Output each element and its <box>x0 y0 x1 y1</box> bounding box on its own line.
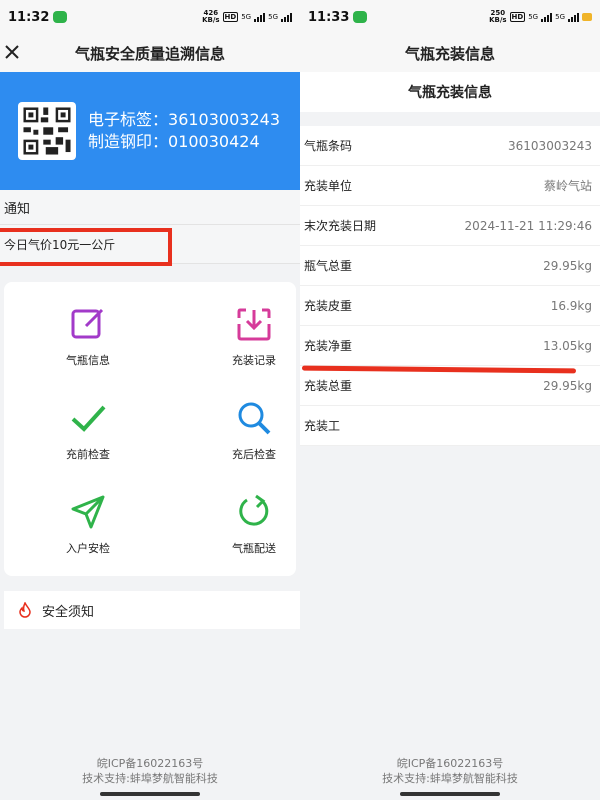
status-time: 11:33 <box>308 9 368 25</box>
list-item: 气瓶条码 36103003243 <box>300 126 600 166</box>
edit-icon <box>71 308 104 339</box>
signal-icon <box>541 12 553 22</box>
row-label: 充装单位 <box>304 179 353 193</box>
status-indicators: 426 KB/s HD 5G 5G <box>202 10 292 24</box>
annotation-red-box <box>0 228 172 266</box>
speed-unit: KB/s <box>489 16 507 24</box>
notice-title: 通知 <box>0 190 300 224</box>
signal-icon-2 <box>281 12 292 22</box>
list-item: 末次充装日期 2024-11-21 11:29:46 <box>300 206 600 246</box>
wechat-notification-icon <box>353 11 368 23</box>
menu-item-pre-fill-check[interactable]: 充前检查 <box>28 398 148 462</box>
close-icon[interactable] <box>2 42 22 62</box>
list-item: 充装工 <box>300 406 600 446</box>
footer-support: 技术支持:蚌埠梦航智能科技 <box>382 772 518 785</box>
row-label: 气瓶条码 <box>304 139 353 153</box>
steel-stamp-line: 制造钢印：010030424 <box>88 131 280 153</box>
network-type: 5G <box>528 13 539 21</box>
check-icon <box>71 405 106 432</box>
electronic-tag-label: 电子标签： <box>88 110 169 129</box>
home-indicator[interactable] <box>100 792 200 796</box>
menu-item-cylinder-info[interactable]: 气瓶信息 <box>28 304 148 368</box>
network-type: 5G <box>241 13 252 21</box>
hd-icon: HD <box>509 12 526 22</box>
network-speed: 250 KB/s <box>489 10 506 24</box>
status-time-text: 11:33 <box>308 9 350 25</box>
list-item: 充装皮重 16.9kg <box>300 286 600 326</box>
hd-icon: HD <box>222 12 239 22</box>
network-type-2: 5G <box>268 13 278 21</box>
tag-banner: 电子标签：36103003243 制造钢印：010030424 <box>0 72 300 190</box>
steel-stamp-value: 010030424 <box>168 132 260 151</box>
footer: 皖ICP备16022163号 技术支持:蚌埠梦航智能科技 <box>300 756 600 786</box>
search-icon <box>238 402 271 435</box>
menu-item-post-fill-check[interactable]: 充后检查 <box>194 398 300 462</box>
row-value: 36103003243 <box>508 138 592 153</box>
speed-unit: KB/s <box>202 16 220 24</box>
menu-item-fill-record[interactable]: 充装记录 <box>194 304 300 368</box>
left-screen: 11:32 426 KB/s HD 5G 5G 气瓶安全质量追溯信息 电子标签：… <box>0 0 300 800</box>
row-value: 16.9kg <box>550 298 592 313</box>
row-value: 蔡岭气站 <box>543 179 592 193</box>
footer-icp: 皖ICP备16022163号 <box>96 757 204 770</box>
signal-icon-2 <box>568 12 579 22</box>
signal-icon <box>254 12 266 22</box>
list-item: 瓶气总重 29.95kg <box>300 246 600 286</box>
menu-label: 充装记录 <box>232 354 276 367</box>
list-item: 充装净重 13.05kg <box>300 326 600 366</box>
send-icon <box>71 495 105 529</box>
refresh-icon <box>239 494 269 526</box>
steel-stamp-label: 制造钢印： <box>88 132 169 151</box>
list-item: 充装单位 蔡岭气站 <box>300 166 600 206</box>
status-bar: 11:32 426 KB/s HD 5G 5G <box>0 0 300 34</box>
page-header: 气瓶充装信息 <box>300 34 600 72</box>
tag-info: 电子标签：36103003243 制造钢印：010030424 <box>88 109 280 153</box>
row-value: 29.95kg <box>543 378 592 393</box>
row-label: 充装总重 <box>304 379 353 393</box>
page-title: 气瓶安全质量追溯信息 <box>74 44 225 63</box>
row-value: 29.95kg <box>543 258 592 273</box>
row-label: 充装净重 <box>304 339 353 353</box>
menu-item-delivery[interactable]: 气瓶配送 <box>194 492 300 556</box>
network-type-2: 5G <box>555 13 565 21</box>
status-time: 11:32 <box>8 9 68 25</box>
menu-label: 充前检查 <box>66 448 110 461</box>
battery-icon <box>582 13 592 21</box>
footer-support: 技术支持:蚌埠梦航智能科技 <box>82 772 218 785</box>
safety-notice-label: 安全须知 <box>42 604 95 620</box>
electronic-tag-value: 36103003243 <box>168 110 280 129</box>
menu-label: 气瓶配送 <box>232 542 276 555</box>
row-label: 充装工 <box>304 419 341 433</box>
row-label: 末次充装日期 <box>304 219 377 233</box>
menu-label: 充后检查 <box>232 448 276 461</box>
footer-icp: 皖ICP备16022163号 <box>396 757 504 770</box>
menu-label: 入户安检 <box>66 542 110 555</box>
page-title: 气瓶充装信息 <box>404 44 495 63</box>
status-time-text: 11:32 <box>8 9 50 25</box>
row-value: 13.05kg <box>543 338 592 353</box>
right-screen: 11:33 250 KB/s HD 5G 5G 气瓶充装信息 气瓶充装信息 气瓶… <box>300 0 600 800</box>
network-speed: 426 KB/s <box>202 10 219 24</box>
safety-notice-item[interactable]: 安全须知 <box>4 591 300 629</box>
section-title: 气瓶充装信息 <box>300 72 600 112</box>
row-value: 2024-11-21 11:29:46 <box>464 218 592 233</box>
page-header: 气瓶安全质量追溯信息 <box>0 34 300 72</box>
status-indicators: 250 KB/s HD 5G 5G <box>489 10 592 24</box>
row-label: 充装皮重 <box>304 299 353 313</box>
download-icon <box>237 308 271 341</box>
status-bar: 11:33 250 KB/s HD 5G 5G <box>300 0 600 34</box>
qr-code-icon <box>18 102 76 160</box>
home-indicator[interactable] <box>400 792 500 796</box>
row-label: 瓶气总重 <box>304 259 353 273</box>
electronic-tag-line: 电子标签：36103003243 <box>88 109 280 131</box>
footer: 皖ICP备16022163号 技术支持:蚌埠梦航智能科技 <box>0 756 300 786</box>
function-menu: 气瓶信息 充装记录 充前检查 充后检查 入户安检 气瓶配送 <box>4 282 296 576</box>
wechat-notification-icon <box>53 11 68 23</box>
menu-label: 气瓶信息 <box>66 354 110 367</box>
menu-item-home-inspection[interactable]: 入户安检 <box>28 492 148 556</box>
fire-icon <box>19 602 31 618</box>
fill-info-list: 气瓶条码 36103003243 充装单位 蔡岭气站 末次充装日期 2024-11-2… <box>300 126 600 446</box>
